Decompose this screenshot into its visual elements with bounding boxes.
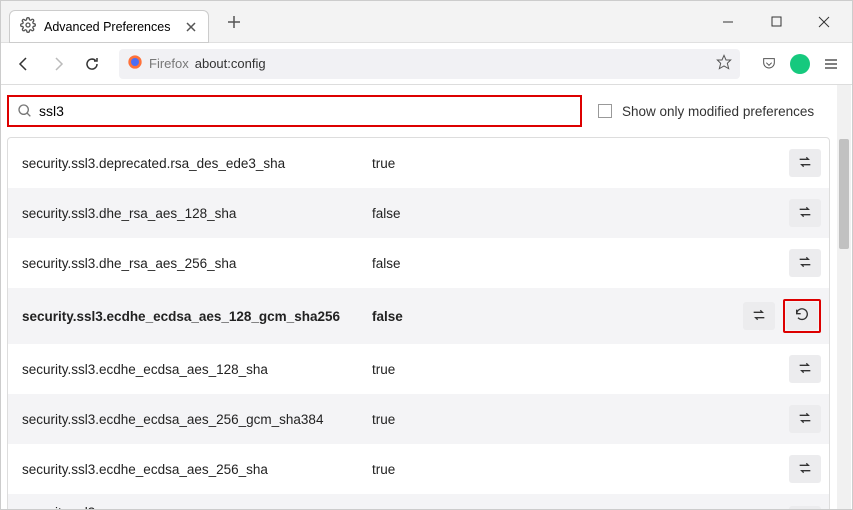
close-window-button[interactable] — [810, 8, 838, 36]
pref-row: security.ssl3.dhe_rsa_aes_256_shafalse — [8, 238, 829, 288]
reset-button[interactable] — [786, 302, 818, 330]
pref-actions — [789, 405, 821, 433]
toggle-button[interactable] — [789, 149, 821, 177]
pref-value: true — [372, 156, 789, 171]
pref-row: security.ssl3.ecdhe_ecdsa_aes_128_gcm_sh… — [8, 288, 829, 344]
pref-name: security.ssl3.deprecated.rsa_des_ede3_sh… — [22, 156, 372, 171]
forward-button[interactable] — [43, 49, 73, 79]
scrollbar-track[interactable] — [837, 85, 851, 509]
toggle-arrows-icon — [797, 154, 813, 173]
pref-value: false — [372, 309, 743, 324]
pref-value: true — [372, 412, 789, 427]
scrollbar-thumb[interactable] — [839, 139, 849, 249]
reset-icon — [794, 307, 810, 326]
gear-icon — [20, 17, 44, 36]
toggle-button[interactable] — [789, 199, 821, 227]
toggle-arrows-icon — [797, 410, 813, 429]
nav-toolbar: Firefox about:config — [1, 43, 852, 85]
search-icon — [17, 103, 33, 119]
maximize-button[interactable] — [762, 8, 790, 36]
page-content: Show only modified preferences security.… — [1, 85, 852, 509]
pref-actions — [789, 199, 821, 227]
pref-name: security.ssl3.ecdhe_ecdsa_aes_256_gcm_sh… — [22, 412, 372, 427]
toggle-arrows-icon — [797, 254, 813, 273]
pref-actions — [789, 506, 821, 509]
back-button[interactable] — [9, 49, 39, 79]
pref-actions — [743, 299, 821, 333]
window-controls — [714, 8, 852, 36]
show-only-modified-label: Show only modified preferences — [622, 104, 814, 119]
firefox-icon — [127, 54, 149, 73]
pref-row: security.ssl3.ecdhe_ecdsa_chacha20_poly1… — [8, 494, 829, 509]
toggle-arrows-icon — [797, 360, 813, 379]
toggle-arrows-icon — [797, 460, 813, 479]
pref-search-box[interactable] — [7, 95, 582, 127]
pref-search-input[interactable] — [39, 103, 572, 119]
preferences-list: security.ssl3.deprecated.rsa_des_ede3_sh… — [7, 137, 830, 509]
address-bar[interactable]: Firefox about:config — [119, 49, 740, 79]
bookmark-icon[interactable] — [716, 54, 732, 73]
toggle-button[interactable] — [789, 506, 821, 509]
toggle-arrows-icon — [751, 307, 767, 326]
extension-icon[interactable] — [790, 54, 810, 74]
toggle-button[interactable] — [789, 455, 821, 483]
toggle-button[interactable] — [789, 249, 821, 277]
minimize-button[interactable] — [714, 8, 742, 36]
pref-value: false — [372, 256, 789, 271]
pref-name: security.ssl3.ecdhe_ecdsa_aes_128_sha — [22, 362, 372, 377]
urlbar-prefix: Firefox — [149, 56, 189, 71]
show-only-modified-checkbox[interactable] — [598, 104, 612, 118]
tab-title: Advanced Preferences — [44, 20, 184, 34]
urlbar-address: about:config — [195, 56, 716, 71]
new-tab-button[interactable] — [219, 7, 249, 37]
pref-name: security.ssl3.dhe_rsa_aes_256_sha — [22, 256, 372, 271]
hamburger-menu-icon[interactable] — [818, 51, 844, 77]
pref-value: false — [372, 206, 789, 221]
pref-value: true — [372, 462, 789, 477]
pref-row: security.ssl3.dhe_rsa_aes_128_shafalse — [8, 188, 829, 238]
close-icon[interactable] — [184, 20, 198, 34]
pref-name: security.ssl3.ecdhe_ecdsa_aes_128_gcm_sh… — [22, 309, 372, 324]
pref-name: security.ssl3.ecdhe_ecdsa_aes_256_sha — [22, 462, 372, 477]
pref-actions — [789, 355, 821, 383]
pref-row: security.ssl3.ecdhe_ecdsa_aes_256_shatru… — [8, 444, 829, 494]
toggle-button[interactable] — [743, 302, 775, 330]
pref-name: security.ssl3.dhe_rsa_aes_128_sha — [22, 206, 372, 221]
pref-actions — [789, 455, 821, 483]
pref-row: security.ssl3.deprecated.rsa_des_ede3_sh… — [8, 138, 829, 188]
pref-row: security.ssl3.ecdhe_ecdsa_aes_128_shatru… — [8, 344, 829, 394]
pref-actions — [789, 249, 821, 277]
toggle-button[interactable] — [789, 355, 821, 383]
reload-button[interactable] — [77, 49, 107, 79]
titlebar: Advanced Preferences — [1, 1, 852, 43]
pocket-icon[interactable] — [756, 51, 782, 77]
pref-value: true — [372, 362, 789, 377]
toggle-arrows-icon — [797, 204, 813, 223]
pref-actions — [789, 149, 821, 177]
browser-tab[interactable]: Advanced Preferences — [9, 10, 209, 43]
pref-name: security.ssl3.ecdhe_ecdsa_chacha20_poly1… — [22, 505, 372, 509]
toggle-button[interactable] — [789, 405, 821, 433]
pref-row: security.ssl3.ecdhe_ecdsa_aes_256_gcm_sh… — [8, 394, 829, 444]
